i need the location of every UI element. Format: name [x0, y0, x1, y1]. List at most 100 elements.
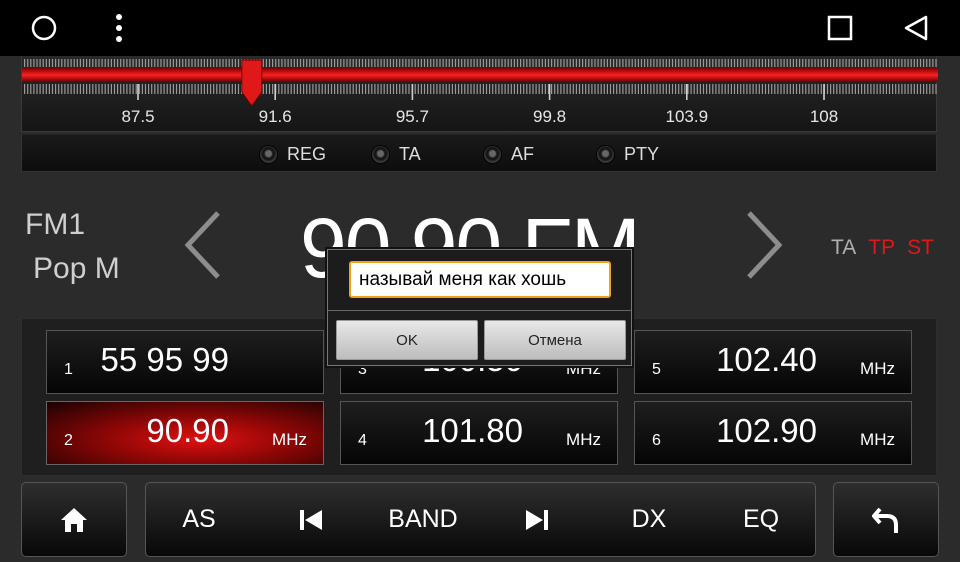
scale-tick — [361, 84, 364, 94]
prev-button[interactable] — [272, 482, 350, 557]
scale-tick — [668, 59, 670, 67]
flag-af[interactable]: AF — [484, 135, 534, 173]
scale-tick — [324, 59, 326, 67]
band-button[interactable]: BAND — [375, 482, 471, 557]
scale-tick — [795, 84, 798, 94]
flag-pty-label: PTY — [624, 143, 660, 164]
scale-tick — [737, 59, 739, 67]
preset-unit: MHz — [566, 430, 601, 449]
scale-tick — [371, 59, 373, 67]
scale-tick — [830, 84, 832, 94]
scale-tick — [287, 59, 289, 67]
scale-tick — [368, 84, 370, 94]
scale-tick — [749, 59, 751, 67]
scale-tick — [520, 84, 522, 94]
scale-tick — [188, 84, 190, 94]
scale-tick — [39, 59, 41, 67]
cancel-button[interactable]: Отмена — [484, 320, 626, 360]
scale-tick — [752, 84, 754, 94]
scale-tick — [932, 84, 934, 94]
scale-tick — [135, 84, 137, 94]
flag-pty[interactable]: PTY — [597, 135, 659, 173]
scale-tick — [808, 84, 810, 94]
scale-tick — [684, 59, 686, 67]
scale-tick — [396, 84, 398, 94]
scale-tick — [529, 59, 531, 67]
scale-tick — [179, 84, 181, 94]
scale-tick — [374, 84, 376, 94]
scale-tick — [597, 84, 599, 94]
scale-tick — [926, 84, 928, 94]
seek-up-button[interactable] — [737, 205, 787, 285]
scale-tick — [479, 59, 481, 67]
ok-button[interactable]: OK — [336, 320, 478, 360]
tuner-scale[interactable]: 87.5 91.6 95.7 99.8 103.9 108 — [21, 56, 938, 132]
dx-button[interactable]: DX — [610, 482, 688, 557]
preset-5[interactable]: 5 102.40 MHz — [634, 330, 912, 394]
scale-tick — [30, 59, 32, 67]
scale-tick — [919, 84, 922, 94]
scale-tick — [175, 84, 178, 94]
station-name-input[interactable] — [349, 261, 611, 298]
next-button[interactable] — [498, 482, 576, 557]
scale-tick — [489, 84, 491, 94]
scale-tick — [619, 84, 621, 94]
scale-tick — [439, 84, 441, 94]
scale-tick — [129, 59, 131, 67]
scale-tick — [64, 84, 66, 94]
eq-button[interactable]: EQ — [722, 482, 800, 557]
scale-tick — [318, 84, 320, 94]
scale-tick — [600, 84, 602, 94]
as-button[interactable]: AS — [160, 482, 238, 557]
scale-tick — [662, 84, 664, 94]
scale-tick — [303, 59, 305, 67]
preset-1[interactable]: 1 55 95 99 — [46, 330, 324, 394]
scale-tick — [842, 84, 844, 94]
scale-tick — [631, 59, 633, 67]
scale-tick — [82, 59, 85, 67]
scale-tick — [904, 84, 906, 94]
home-button[interactable] — [21, 482, 127, 557]
scale-tick — [315, 59, 317, 67]
scale-tick — [160, 84, 162, 94]
scale-tick — [780, 59, 782, 67]
scale-tick — [706, 84, 708, 94]
scale-tick — [634, 84, 636, 94]
scale-tick — [485, 84, 488, 94]
seek-down-button[interactable] — [180, 205, 230, 285]
preset-4[interactable]: 4 101.80 MHz — [340, 401, 618, 465]
scale-tick — [312, 84, 314, 94]
scale-tick — [219, 59, 221, 67]
scale-tick — [482, 59, 484, 67]
flag-ta[interactable]: TA — [372, 135, 421, 173]
scale-tick — [833, 59, 835, 67]
scale-tick — [231, 59, 233, 67]
recents-button[interactable] — [812, 0, 868, 56]
scale-tick — [101, 59, 103, 67]
tuning-marker-icon[interactable] — [241, 59, 263, 107]
scale-tick — [237, 59, 240, 67]
scale-tick — [910, 59, 912, 67]
scale-tick — [594, 84, 596, 94]
flag-reg[interactable]: REG — [260, 135, 326, 173]
preset-6[interactable]: 6 102.90 MHz — [634, 401, 912, 465]
preset-2[interactable]: 2 90.90 MHz — [46, 401, 324, 465]
home-nav-button[interactable] — [16, 0, 72, 56]
led-indicator-icon — [484, 145, 501, 163]
scale-tick — [104, 84, 106, 94]
scale-tick — [120, 84, 122, 94]
scale-tick — [179, 59, 181, 67]
menu-button[interactable] — [91, 0, 147, 56]
scale-tick — [647, 84, 649, 94]
scale-tick — [408, 84, 410, 94]
scale-tick — [690, 84, 692, 94]
scale-tick — [541, 84, 543, 94]
back-button[interactable] — [833, 482, 939, 557]
scale-tick — [501, 59, 503, 67]
scale-tick — [485, 59, 488, 67]
scale-tick — [752, 59, 754, 67]
scale-tick — [885, 84, 887, 94]
scale-tick-label: 103.9 — [666, 107, 709, 126]
scale-tick — [569, 84, 571, 94]
back-nav-button[interactable] — [888, 0, 944, 56]
